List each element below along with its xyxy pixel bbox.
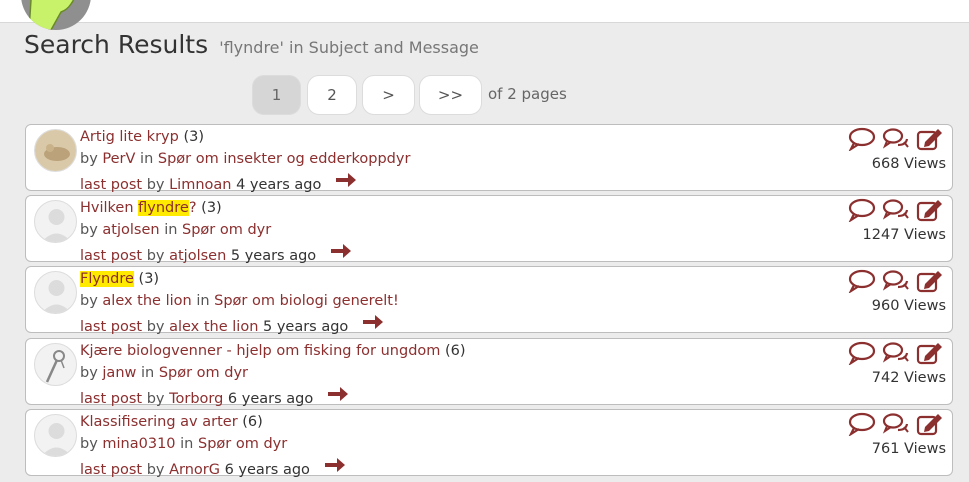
edit-icon[interactable] [916, 412, 944, 440]
forum-link[interactable]: Spør om dyr [198, 436, 287, 452]
conversation-icon[interactable] [882, 412, 910, 440]
by-label: by [80, 436, 98, 452]
view-count: 1247 Views [862, 227, 946, 243]
forum-link[interactable]: Spør om dyr [182, 222, 271, 238]
search-query-subtitle: 'flyndre' in Subject and Message [219, 38, 479, 57]
last-post-link[interactable]: last post [80, 462, 142, 478]
reply-count: (3) [138, 271, 160, 287]
topic-title-link[interactable]: Flyndre [80, 271, 134, 287]
topic-row: Hvilken flyndre? (3) by atjolsen in Spør… [25, 195, 953, 265]
last-poster-link[interactable]: Limnoan [169, 177, 231, 193]
last-post-link[interactable]: last post [80, 391, 142, 407]
last-post-link[interactable]: last post [80, 248, 142, 264]
post-age: 4 years ago [236, 177, 322, 193]
conversation-icon[interactable] [882, 198, 910, 226]
by-label: by [146, 248, 165, 264]
default-avatar[interactable] [34, 414, 77, 457]
in-label: in [140, 365, 155, 381]
topic-row: Kjære biologvenner - hjelp om fisking fo… [25, 338, 953, 408]
view-count: 761 Views [871, 441, 946, 457]
go-to-last-post-arrow-icon[interactable] [361, 312, 385, 336]
sketch-avatar[interactable] [34, 343, 77, 386]
view-count: 668 Views [871, 156, 946, 172]
topic-actions [848, 127, 944, 155]
page-1-button[interactable]: 1 [252, 75, 301, 115]
conversation-icon[interactable] [882, 127, 910, 155]
last-page-button[interactable]: >> [419, 75, 482, 115]
forum-link[interactable]: Spør om insekter og edderkoppdyr [158, 151, 411, 167]
view-count: 742 Views [871, 370, 946, 386]
go-to-last-post-arrow-icon[interactable] [323, 455, 347, 479]
topic-row: Artig lite kryp (3) by PerV in Spør om i… [25, 124, 953, 194]
in-label: in [140, 151, 154, 167]
topic-title-link[interactable]: Kjære biologvenner - hjelp om fisking fo… [80, 343, 440, 359]
view-count: 960 Views [871, 298, 946, 314]
topic-title-link[interactable]: Artig lite kryp [80, 129, 179, 145]
author-link[interactable]: janw [102, 365, 136, 381]
topic-title-link[interactable]: Hvilken flyndre? [80, 200, 197, 216]
reply-bubble-icon[interactable] [848, 269, 876, 297]
next-page-button[interactable]: > [362, 75, 415, 115]
post-age: 6 years ago [224, 462, 310, 478]
reply-bubble-icon[interactable] [848, 412, 876, 440]
by-label: by [80, 151, 98, 167]
photo-avatar[interactable] [34, 129, 77, 172]
page-count-label: of 2 pages [488, 85, 567, 103]
reply-bubble-icon[interactable] [848, 127, 876, 155]
conversation-icon[interactable] [882, 341, 910, 369]
go-to-last-post-arrow-icon[interactable] [334, 170, 358, 194]
last-poster-link[interactable]: ArnorG [169, 462, 220, 478]
author-link[interactable]: PerV [102, 151, 135, 167]
topic-actions [848, 269, 944, 297]
page-2-button[interactable]: 2 [307, 75, 357, 115]
topic-actions [848, 198, 944, 226]
topic-actions [848, 412, 944, 440]
go-to-last-post-arrow-icon[interactable] [326, 384, 350, 408]
edit-icon[interactable] [916, 127, 944, 155]
forum-link[interactable]: Spør om biologi generelt! [214, 293, 399, 309]
last-poster-link[interactable]: atjolsen [169, 248, 226, 264]
by-label: by [146, 462, 165, 478]
edit-icon[interactable] [916, 198, 944, 226]
last-poster-link[interactable]: alex the lion [169, 319, 258, 335]
post-age: 5 years ago [263, 319, 349, 335]
in-label: in [164, 222, 178, 238]
by-label: by [146, 319, 165, 335]
topic-title-link[interactable]: Klassifisering av arter [80, 414, 238, 430]
site-logo[interactable] [21, 0, 91, 30]
page-heading: Search Results 'flyndre' in Subject and … [24, 30, 479, 59]
conversation-icon[interactable] [882, 269, 910, 297]
edit-icon[interactable] [916, 341, 944, 369]
by-label: by [146, 391, 165, 407]
top-bar [0, 0, 969, 23]
topic-actions [848, 341, 944, 369]
forum-link[interactable]: Spør om dyr [159, 365, 248, 381]
post-age: 5 years ago [230, 248, 317, 264]
reply-bubble-icon[interactable] [848, 341, 876, 369]
edit-icon[interactable] [916, 269, 944, 297]
post-age: 6 years ago [227, 391, 314, 407]
reply-count: (3) [201, 200, 222, 216]
last-poster-link[interactable]: Torborg [169, 391, 223, 407]
reply-bubble-icon[interactable] [848, 198, 876, 226]
reply-count: (3) [183, 129, 204, 145]
reply-count: (6) [242, 414, 263, 430]
by-label: by [146, 177, 165, 193]
by-label: by [80, 293, 98, 309]
last-post-link[interactable]: last post [80, 177, 142, 193]
by-label: by [80, 365, 98, 381]
default-avatar[interactable] [34, 200, 77, 243]
author-link[interactable]: alex the lion [102, 293, 191, 309]
in-label: in [196, 293, 210, 309]
default-avatar[interactable] [34, 271, 77, 314]
go-to-last-post-arrow-icon[interactable] [329, 241, 353, 265]
page-title: Search Results [24, 30, 209, 59]
last-post-link[interactable]: last post [80, 319, 142, 335]
author-link[interactable]: mina0310 [102, 436, 175, 452]
by-label: by [80, 222, 98, 238]
in-label: in [180, 436, 194, 452]
reply-count: (6) [445, 343, 466, 359]
author-link[interactable]: atjolsen [102, 222, 159, 238]
topic-row: Flyndre (3) by alex the lion in Spør om … [25, 266, 953, 336]
